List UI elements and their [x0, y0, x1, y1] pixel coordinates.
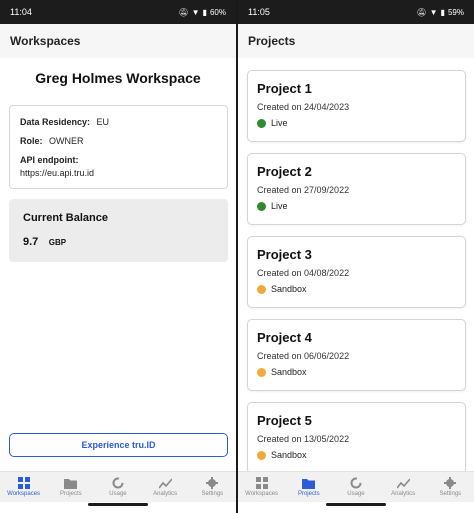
- status-time: 11:05: [248, 7, 270, 17]
- usage-ring-icon: [349, 477, 363, 489]
- status-dot-icon: [257, 367, 266, 377]
- project-status-label: Live: [271, 201, 288, 211]
- battery-icon: ▮: [440, 7, 445, 17]
- page-title: Workspaces: [10, 34, 81, 48]
- endpoint-value: https://eu.api.tru.id: [20, 168, 95, 178]
- gear-icon: [443, 477, 457, 489]
- battery-level: 59%: [447, 7, 464, 17]
- endpoint-label: API endpoint:: [20, 155, 79, 165]
- project-card[interactable]: Project 4 Created on 06/06/2022 Sandbox: [247, 319, 466, 391]
- tab-usage[interactable]: Usage: [333, 477, 379, 497]
- project-created-date: Created on 27/09/2022: [257, 185, 350, 195]
- workspace-name: Greg Holmes Workspace: [35, 70, 201, 86]
- tab-settings[interactable]: Settings: [189, 477, 235, 497]
- chart-line-icon: [396, 477, 410, 489]
- project-name: Project 2: [257, 164, 312, 179]
- tab-label: Workspaces: [245, 491, 279, 497]
- tab-projects[interactable]: Projects: [48, 477, 94, 497]
- residency-row: Data Residency: EU: [20, 117, 217, 127]
- workspace-info-card: Data Residency: EU Role: OWNER API endpo…: [9, 105, 228, 189]
- battery-level: 60%: [209, 7, 226, 17]
- tab-label: Projects: [297, 491, 320, 497]
- project-name: Project 3: [257, 247, 312, 262]
- residency-label: Data Residency:: [20, 117, 91, 127]
- tab-label: Analytics: [153, 491, 178, 497]
- tab-analytics[interactable]: Analytics: [380, 477, 426, 497]
- project-created-date: Created on 04/08/2022: [257, 268, 350, 278]
- residency-value: EU: [96, 117, 110, 127]
- tab-workspaces[interactable]: Workspaces: [239, 477, 285, 497]
- project-status: Live: [257, 201, 456, 211]
- status-time: 11:04: [10, 7, 32, 17]
- tab-label: Settings: [439, 491, 462, 497]
- project-status: Sandbox: [257, 367, 456, 377]
- wifi-icon: ▼: [191, 7, 200, 17]
- status-icons: 🔕︎ ▼ ▮ 60%: [179, 8, 227, 17]
- grid-icon: [255, 477, 269, 489]
- gear-icon: [205, 477, 219, 489]
- project-status-label: Live: [271, 118, 288, 128]
- project-status-label: Sandbox: [271, 284, 307, 294]
- home-indicator[interactable]: [88, 503, 148, 506]
- mute-icon: 🔕︎: [178, 7, 189, 17]
- experience-button[interactable]: Experience tru.ID: [9, 433, 228, 457]
- workspaces-screen: 11:04 🔕︎ ▼ ▮ 60% Workspaces Greg Holmes …: [0, 0, 236, 513]
- usage-ring-icon: [111, 477, 125, 489]
- app-header: Projects: [238, 24, 474, 58]
- status-icons: 🔕︎ ▼ ▮ 59%: [417, 8, 465, 17]
- project-card[interactable]: Project 1 Created on 24/04/2023 Live: [247, 70, 466, 142]
- project-status-label: Sandbox: [271, 450, 307, 460]
- project-card[interactable]: Project 2 Created on 27/09/2022 Live: [247, 153, 466, 225]
- project-created-date: Created on 24/04/2023: [257, 102, 350, 112]
- tab-label: Workspaces: [7, 491, 41, 497]
- folder-icon: [302, 477, 316, 489]
- folder-icon: [64, 477, 78, 489]
- project-created-date: Created on 06/06/2022: [257, 351, 350, 361]
- project-card[interactable]: Project 5 Created on 13/05/2022 Sandbox: [247, 402, 466, 474]
- battery-icon: ▮: [202, 7, 207, 17]
- tab-bar: Workspaces Projects Usage Analytics Settings: [238, 471, 474, 502]
- wifi-icon: ▼: [429, 7, 438, 17]
- status-bar: 11:04 🔕︎ ▼ ▮ 60%: [0, 0, 236, 24]
- tab-workspaces[interactable]: Workspaces: [1, 477, 47, 497]
- tab-settings[interactable]: Settings: [427, 477, 473, 497]
- tab-bar: Workspaces Projects Usage Analytics Settings: [0, 471, 236, 502]
- tab-analytics[interactable]: Analytics: [142, 477, 188, 497]
- tab-label: Usage: [347, 491, 365, 497]
- page-title: Projects: [248, 34, 296, 48]
- balance-value: 9.7: [23, 236, 39, 248]
- tab-label: Analytics: [391, 491, 416, 497]
- tab-projects[interactable]: Projects: [286, 477, 332, 497]
- status-dot-icon: [257, 284, 266, 294]
- project-status-label: Sandbox: [271, 367, 307, 377]
- mute-icon: 🔕︎: [416, 7, 427, 17]
- project-status: Live: [257, 118, 456, 128]
- home-indicator[interactable]: [326, 503, 386, 506]
- role-row: Role: OWNER: [20, 136, 217, 146]
- app-header: Workspaces: [0, 24, 236, 58]
- balance-card: Current Balance 9.7 GBP: [9, 199, 228, 262]
- projects-screen: 11:05 🔕︎ ▼ ▮ 59% Projects Project 1 Creat…: [238, 0, 474, 513]
- tab-label: Settings: [201, 491, 224, 497]
- tab-usage[interactable]: Usage: [95, 477, 141, 497]
- role-value: OWNER: [49, 136, 84, 146]
- status-bar: 11:05 🔕︎ ▼ ▮ 59%: [238, 0, 474, 24]
- project-status: Sandbox: [257, 450, 456, 460]
- project-card[interactable]: Project 3 Created on 04/08/2022 Sandbox: [247, 236, 466, 308]
- status-dot-icon: [257, 118, 266, 128]
- project-status: Sandbox: [257, 284, 456, 294]
- project-created-date: Created on 13/05/2022: [257, 434, 350, 444]
- tab-label: Projects: [59, 491, 82, 497]
- status-dot-icon: [257, 450, 266, 460]
- role-label: Role:: [20, 136, 43, 146]
- tab-label: Usage: [109, 491, 127, 497]
- status-dot-icon: [257, 201, 266, 211]
- balance-unit: GBP: [48, 238, 67, 247]
- chart-line-icon: [158, 477, 172, 489]
- project-name: Project 4: [257, 330, 312, 345]
- balance-title: Current Balance: [23, 212, 108, 224]
- grid-icon: [17, 477, 31, 489]
- project-name: Project 1: [257, 81, 312, 96]
- project-name: Project 5: [257, 413, 312, 428]
